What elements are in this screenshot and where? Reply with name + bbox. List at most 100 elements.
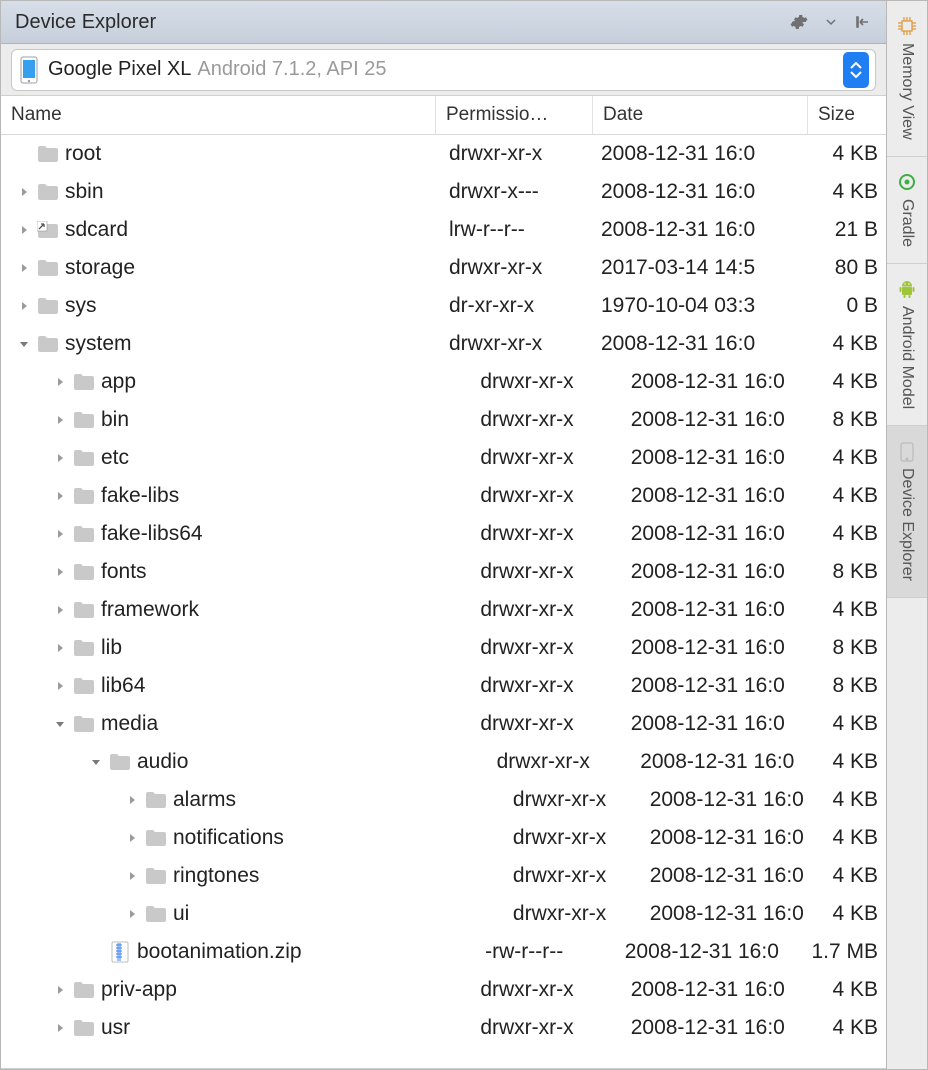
tree-row[interactable]: fake-libsdrwxr-xr-x2008-12-31 16:04 KB [1,477,886,515]
device-selector-row: Google Pixel XL Android 7.1.2, API 25 [1,44,886,96]
gear-icon[interactable] [786,9,812,35]
folder-icon [73,561,95,583]
side-tab-device-explorer[interactable]: Device Explorer [887,426,927,598]
disclosure-triangle[interactable] [51,487,69,505]
tree-row[interactable]: audiodrwxr-xr-x2008-12-31 16:04 KB [1,743,886,781]
disclosure-triangle[interactable] [51,677,69,695]
disclosure-triangle[interactable] [123,791,141,809]
disclosure-triangle[interactable] [51,981,69,999]
side-tab-memory[interactable]: Memory View [887,1,927,157]
date-cell: 2008-12-31 16:0 [625,712,833,736]
phone-icon [20,56,38,84]
disclosure-triangle[interactable] [123,867,141,885]
tree-row[interactable]: rootdrwxr-xr-x2008-12-31 16:04 KB [1,135,886,173]
side-tab-gradle[interactable]: Gradle [887,157,927,264]
tree-item-label: bin [101,408,129,432]
disclosure-triangle[interactable] [51,639,69,657]
tree-row[interactable]: uidrwxr-xr-x2008-12-31 16:04 KB [1,895,886,933]
disclosure-triangle[interactable] [15,335,33,353]
date-cell: 2008-12-31 16:0 [595,180,805,204]
folder-icon [73,409,95,431]
size-cell: 4 KB [832,750,886,774]
tree-row[interactable]: fake-libs64drwxr-xr-x2008-12-31 16:04 KB [1,515,886,553]
permissions-cell: -rw-r--r-- [475,940,619,964]
disclosure-triangle[interactable] [51,715,69,733]
tree-item-label: alarms [173,788,236,812]
tree-row[interactable]: priv-appdrwxr-xr-x2008-12-31 16:04 KB [1,971,886,1009]
folder-icon [109,751,131,773]
select-stepper-icon[interactable] [843,52,869,88]
size-cell: 4 KB [832,712,886,736]
device-subtitle: Android 7.1.2, API 25 [197,58,386,81]
date-cell: 2008-12-31 16:0 [625,484,833,508]
side-tab-label: Memory View [898,43,916,140]
column-permissions[interactable]: Permissio… [436,96,593,134]
column-date[interactable]: Date [593,96,808,134]
folder-icon [73,675,95,697]
tree-row[interactable]: bootanimation.zip-rw-r--r--2008-12-31 16… [1,933,886,971]
tree-row[interactable]: bindrwxr-xr-x2008-12-31 16:08 KB [1,401,886,439]
permissions-cell: drwxr-xr-x [470,636,624,660]
disclosure-triangle[interactable] [15,221,33,239]
date-cell: 2008-12-31 16:0 [625,446,833,470]
minimize-icon[interactable] [850,9,876,35]
disclosure-triangle[interactable] [51,563,69,581]
permissions-cell: drwxr-xr-x [470,522,624,546]
tree-row[interactable]: fontsdrwxr-xr-x2008-12-31 16:08 KB [1,553,886,591]
size-cell: 4 KB [832,864,886,888]
disclosure-triangle[interactable] [15,259,33,277]
tree-row[interactable]: notificationsdrwxr-xr-x2008-12-31 16:04 … [1,819,886,857]
disclosure-triangle[interactable] [51,525,69,543]
panel-title: Device Explorer [15,11,156,34]
disclosure-triangle[interactable] [15,297,33,315]
column-name[interactable]: Name [1,96,436,134]
tree-row[interactable]: usrdrwxr-xr-x2008-12-31 16:04 KB [1,1009,886,1047]
disclosure-triangle[interactable] [51,449,69,467]
disclosure-triangle[interactable] [51,411,69,429]
tree-row[interactable]: ringtonesdrwxr-xr-x2008-12-31 16:04 KB [1,857,886,895]
memory-icon [898,17,916,35]
tree-row[interactable]: sdcardlrw-r--r--2008-12-31 16:021 B [1,211,886,249]
size-cell: 80 B [805,256,886,280]
disclosure-triangle[interactable] [51,601,69,619]
date-cell: 2008-12-31 16:0 [625,598,833,622]
tree-item-label: notifications [173,826,284,850]
folder-icon [37,295,59,317]
tree-row[interactable]: sysdr-xr-xr-x1970-10-04 03:30 B [1,287,886,325]
size-cell: 1.7 MB [811,940,886,964]
disclosure-triangle[interactable] [51,373,69,391]
size-cell: 4 KB [832,598,886,622]
side-tab-android-model[interactable]: Android Model [887,264,927,426]
tree-row[interactable]: etcdrwxr-xr-x2008-12-31 16:04 KB [1,439,886,477]
date-cell: 2008-12-31 16:0 [625,674,833,698]
size-cell: 8 KB [832,674,886,698]
panel-titlebar: Device Explorer [1,1,886,44]
tree-row[interactable]: frameworkdrwxr-xr-x2008-12-31 16:04 KB [1,591,886,629]
disclosure-triangle[interactable] [87,753,105,771]
tree-row[interactable]: systemdrwxr-xr-x2008-12-31 16:04 KB [1,325,886,363]
tree-row[interactable]: appdrwxr-xr-x2008-12-31 16:04 KB [1,363,886,401]
size-cell: 4 KB [832,826,886,850]
tree-row[interactable]: lib64drwxr-xr-x2008-12-31 16:08 KB [1,667,886,705]
date-cell: 2008-12-31 16:0 [625,978,833,1002]
date-cell: 2008-12-31 16:0 [644,902,833,926]
folder-icon [145,865,167,887]
tree-row[interactable]: storagedrwxr-xr-x2017-03-14 14:580 B [1,249,886,287]
disclosure-triangle[interactable] [15,183,33,201]
folder-icon [37,143,59,165]
folder-icon [73,523,95,545]
disclosure-triangle[interactable] [123,829,141,847]
date-cell: 2008-12-31 16:0 [625,636,833,660]
tree-row[interactable]: libdrwxr-xr-x2008-12-31 16:08 KB [1,629,886,667]
device-select[interactable]: Google Pixel XL Android 7.1.2, API 25 [11,49,876,91]
tree-row[interactable]: mediadrwxr-xr-x2008-12-31 16:04 KB [1,705,886,743]
tree-row[interactable]: alarmsdrwxr-xr-x2008-12-31 16:04 KB [1,781,886,819]
size-cell: 0 B [805,294,886,318]
chevron-down-icon[interactable] [818,9,844,35]
column-size[interactable]: Size [808,96,886,134]
size-cell: 8 KB [832,408,886,432]
disclosure-triangle[interactable] [51,1019,69,1037]
tree-row[interactable]: sbindrwxr-x---2008-12-31 16:04 KB [1,173,886,211]
size-cell: 8 KB [832,636,886,660]
disclosure-triangle[interactable] [123,905,141,923]
